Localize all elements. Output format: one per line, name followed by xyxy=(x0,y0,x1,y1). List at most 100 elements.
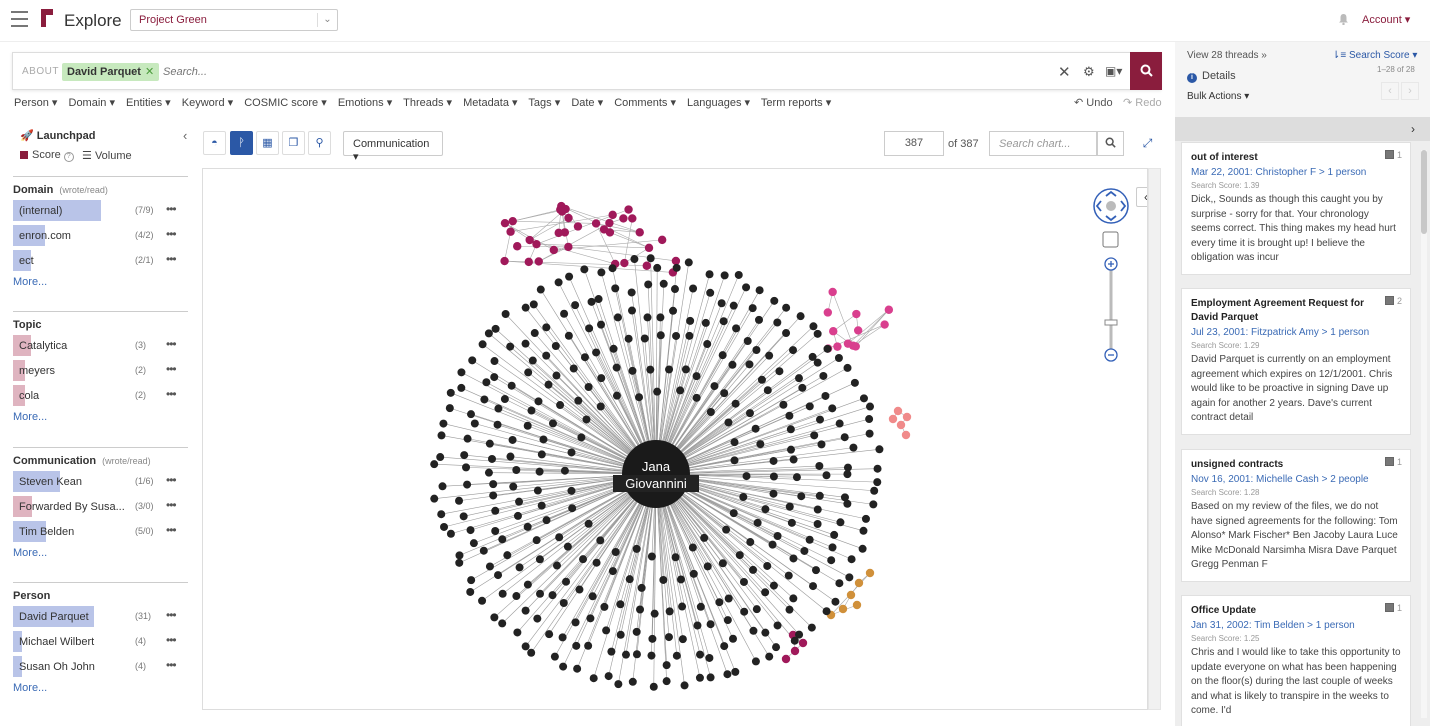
undo-button[interactable]: ↶ Undo xyxy=(1074,96,1113,109)
graph-node[interactable] xyxy=(650,609,659,618)
graph-node[interactable] xyxy=(446,388,455,397)
graph-node[interactable] xyxy=(775,367,784,376)
graph-node[interactable] xyxy=(545,630,554,639)
graph-node[interactable] xyxy=(455,496,464,505)
prev-page-button[interactable]: ‹ xyxy=(1381,82,1399,100)
graph-node[interactable] xyxy=(430,460,439,469)
graph-node[interactable] xyxy=(843,363,852,372)
graph-node[interactable] xyxy=(786,425,795,434)
launchpad-item[interactable]: meyers (2) ••• xyxy=(13,358,188,383)
graph-node[interactable] xyxy=(548,591,557,600)
graph-node[interactable] xyxy=(739,577,748,586)
graph-node-cluster-magenta[interactable] xyxy=(524,257,533,267)
graph-node[interactable] xyxy=(720,389,729,398)
graph-node[interactable] xyxy=(498,535,507,544)
thread-card[interactable]: Office Update 1 Jan 31, 2002: Tim Belden >… xyxy=(1181,595,1411,726)
graph-node[interactable] xyxy=(437,510,446,519)
graph-node[interactable] xyxy=(664,633,673,642)
graph-node-cluster-salmon[interactable] xyxy=(902,412,912,422)
graph-node-cluster-magenta[interactable] xyxy=(564,242,573,252)
graph-node[interactable] xyxy=(586,614,595,623)
graph-node[interactable] xyxy=(484,468,493,477)
view-select[interactable]: Communication ▾ xyxy=(343,131,443,163)
account-menu[interactable]: Account ▾ xyxy=(1362,13,1410,26)
graph-node[interactable] xyxy=(695,673,704,682)
graph-node[interactable] xyxy=(785,411,794,420)
more-link[interactable]: More... xyxy=(13,547,188,559)
graph-node[interactable] xyxy=(580,353,589,362)
graph-node[interactable] xyxy=(665,365,674,374)
graph-node[interactable] xyxy=(840,433,849,442)
graph-node[interactable] xyxy=(656,313,665,322)
graph-node-cluster-magenta[interactable] xyxy=(513,242,522,251)
graph-node[interactable] xyxy=(705,270,714,279)
graph-node[interactable] xyxy=(784,571,793,580)
graph-node[interactable] xyxy=(805,535,814,544)
graph-node[interactable] xyxy=(491,506,500,515)
graph-node[interactable] xyxy=(521,606,530,615)
graph-node[interactable] xyxy=(765,351,774,360)
graph-node[interactable] xyxy=(653,387,662,396)
graph-node[interactable] xyxy=(636,605,645,614)
graph-node[interactable] xyxy=(865,429,874,438)
thread-meta[interactable]: Nov 16, 2001: Michelle Cash > 2 people xyxy=(1191,472,1401,487)
graph-node[interactable] xyxy=(596,536,605,545)
graph-node[interactable] xyxy=(535,555,544,564)
graph-node[interactable] xyxy=(720,271,729,280)
graph-node[interactable] xyxy=(551,341,560,350)
graph-node[interactable] xyxy=(815,491,824,500)
graph-node[interactable] xyxy=(807,623,816,632)
graph-node[interactable] xyxy=(558,633,567,642)
graph-node[interactable] xyxy=(805,402,814,411)
graph-node[interactable] xyxy=(521,642,530,651)
thread-card[interactable]: unsigned contracts 1 Nov 16, 2001: Michell… xyxy=(1181,449,1411,582)
graph-node[interactable] xyxy=(536,589,545,598)
dashboard-view-button[interactable]: ◓ xyxy=(203,131,226,155)
graph-node-cluster-orange[interactable] xyxy=(865,568,875,578)
graph-node[interactable] xyxy=(523,421,532,430)
graph-node-cluster-magenta[interactable] xyxy=(619,214,628,223)
graph-node[interactable] xyxy=(536,285,545,294)
graph-node-cluster-magenta[interactable] xyxy=(573,222,583,231)
launchpad-item[interactable]: David Parquet (31) ••• xyxy=(13,604,188,629)
graph-node[interactable] xyxy=(512,465,521,474)
graph-node[interactable] xyxy=(503,551,512,560)
graph-node[interactable] xyxy=(539,435,548,444)
graph-node[interactable] xyxy=(488,454,497,463)
graph-node[interactable] xyxy=(585,324,594,333)
graph-node[interactable] xyxy=(521,303,530,312)
graph-node-cluster-magenta[interactable] xyxy=(564,213,573,223)
graph-node[interactable] xyxy=(720,642,729,651)
graph-node[interactable] xyxy=(770,296,779,305)
graph-node-cluster-magenta[interactable] xyxy=(642,261,651,270)
graph-node[interactable] xyxy=(681,365,690,374)
filter-threads[interactable]: Threads ▾ xyxy=(403,97,452,109)
graph-node[interactable] xyxy=(579,555,588,564)
launchpad-item[interactable]: (internal) (7/9) ••• xyxy=(13,198,188,223)
graph-node[interactable] xyxy=(513,628,522,637)
graph-node[interactable] xyxy=(560,466,569,475)
graph-node[interactable] xyxy=(823,344,832,353)
graph-node-cluster-magenta[interactable] xyxy=(500,218,510,228)
graph-node[interactable] xyxy=(662,661,671,670)
graph-node[interactable] xyxy=(621,650,630,659)
graph-node[interactable] xyxy=(564,331,573,340)
graph-node[interactable] xyxy=(873,464,882,473)
graph-node[interactable] xyxy=(632,544,641,553)
graph-node[interactable] xyxy=(715,598,724,607)
graph-node[interactable] xyxy=(692,393,701,402)
graph-node-cluster-magenta[interactable] xyxy=(591,219,601,228)
view-threads-link[interactable]: View 28 threads » xyxy=(1187,50,1267,61)
graph-node[interactable] xyxy=(550,652,559,661)
graph-node-cluster-salmon[interactable] xyxy=(893,406,903,416)
graph-node[interactable] xyxy=(648,634,657,643)
graph-node[interactable] xyxy=(647,552,656,561)
graph-node[interactable] xyxy=(515,563,524,572)
graph-node[interactable] xyxy=(792,473,801,482)
graph-node[interactable] xyxy=(569,364,578,373)
graph-node[interactable] xyxy=(756,440,765,449)
graph-node-cluster-orange[interactable] xyxy=(838,604,848,614)
graph-node[interactable] xyxy=(782,329,791,338)
graph-node-cluster-salmon[interactable] xyxy=(901,430,911,440)
graph-node[interactable] xyxy=(559,662,568,671)
